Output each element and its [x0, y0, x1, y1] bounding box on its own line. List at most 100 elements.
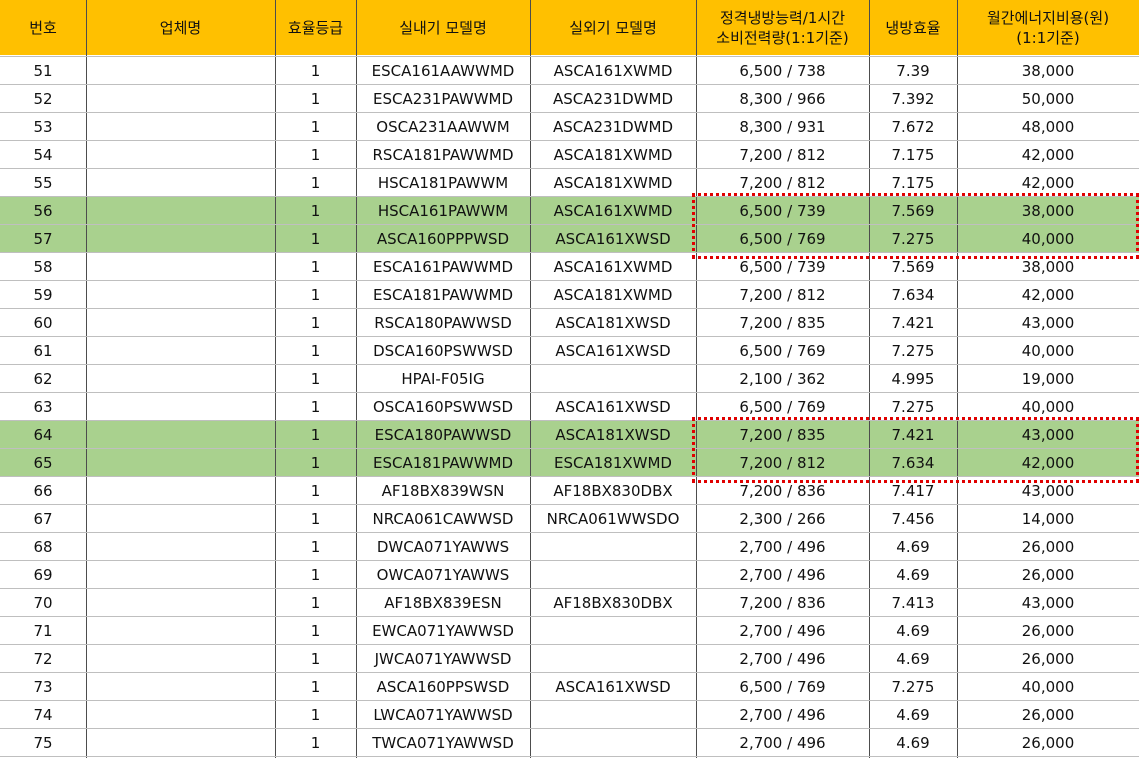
cell-outdoor[interactable] [530, 617, 696, 644]
cell-capacity[interactable]: 7,200 / 812 [696, 141, 869, 168]
cell-capacity[interactable]: 7,200 / 812 [696, 281, 869, 308]
cell-outdoor[interactable]: ASCA181XWSD [530, 421, 696, 448]
cell-indoor[interactable]: RSCA180PAWWSD [356, 309, 530, 336]
cell-grade[interactable]: 1 [275, 337, 356, 364]
cell-company[interactable] [86, 281, 275, 308]
cell-grade[interactable]: 1 [275, 701, 356, 728]
cell-outdoor[interactable]: ASCA161XWMD [530, 57, 696, 84]
cell-company[interactable] [86, 169, 275, 196]
cell-grade[interactable]: 1 [275, 113, 356, 140]
cell-outdoor[interactable]: ESCA181XWMD [530, 449, 696, 476]
cell-grade[interactable]: 1 [275, 365, 356, 392]
cell-no[interactable]: 72 [0, 645, 86, 672]
cell-efficiency[interactable]: 7.275 [869, 673, 957, 700]
cell-no[interactable]: 59 [0, 281, 86, 308]
cell-efficiency[interactable]: 7.39 [869, 57, 957, 84]
cell-efficiency[interactable]: 4.69 [869, 533, 957, 560]
cell-indoor[interactable]: ESCA161PAWWMD [356, 253, 530, 280]
cell-cost[interactable]: 43,000 [957, 477, 1139, 504]
cell-cost[interactable]: 40,000 [957, 393, 1139, 420]
cell-indoor[interactable]: ESCA180PAWWSD [356, 421, 530, 448]
cell-efficiency[interactable]: 7.417 [869, 477, 957, 504]
cell-indoor[interactable]: RSCA181PAWWMD [356, 141, 530, 168]
cell-outdoor[interactable] [530, 645, 696, 672]
cell-indoor[interactable]: ASCA160PPPWSD [356, 225, 530, 252]
header-outdoor[interactable]: 실외기 모델명 [530, 0, 696, 55]
cell-capacity[interactable]: 7,200 / 835 [696, 309, 869, 336]
cell-indoor[interactable]: AF18BX839ESN [356, 589, 530, 616]
header-capacity[interactable]: 정격냉방능력/1시간 소비전력량(1:1기준) [696, 0, 869, 55]
cell-cost[interactable]: 40,000 [957, 673, 1139, 700]
cell-capacity[interactable]: 6,500 / 738 [696, 57, 869, 84]
cell-capacity[interactable]: 2,700 / 496 [696, 645, 869, 672]
cell-no[interactable]: 64 [0, 421, 86, 448]
cell-company[interactable] [86, 309, 275, 336]
cell-company[interactable] [86, 393, 275, 420]
cell-capacity[interactable]: 6,500 / 769 [696, 225, 869, 252]
cell-efficiency[interactable]: 7.275 [869, 393, 957, 420]
cell-no[interactable]: 63 [0, 393, 86, 420]
cell-cost[interactable]: 50,000 [957, 85, 1139, 112]
cell-efficiency[interactable]: 7.275 [869, 225, 957, 252]
cell-efficiency[interactable]: 7.421 [869, 421, 957, 448]
cell-no[interactable]: 71 [0, 617, 86, 644]
cell-indoor[interactable]: HSCA161PAWWM [356, 197, 530, 224]
cell-indoor[interactable]: ESCA231PAWWMD [356, 85, 530, 112]
cell-outdoor[interactable]: AF18BX830DBX [530, 477, 696, 504]
cell-capacity[interactable]: 7,200 / 836 [696, 589, 869, 616]
cell-efficiency[interactable]: 7.275 [869, 337, 957, 364]
cell-outdoor[interactable] [530, 365, 696, 392]
cell-cost[interactable]: 42,000 [957, 141, 1139, 168]
cell-outdoor[interactable]: ASCA181XWMD [530, 281, 696, 308]
cell-company[interactable] [86, 141, 275, 168]
cell-cost[interactable]: 42,000 [957, 169, 1139, 196]
cell-outdoor[interactable]: ASCA161XWSD [530, 225, 696, 252]
cell-indoor[interactable]: NRCA061CAWWSD [356, 505, 530, 532]
cell-outdoor[interactable]: ASCA181XWMD [530, 169, 696, 196]
cell-indoor[interactable]: DWCA071YAWWS [356, 533, 530, 560]
header-efficiency[interactable]: 냉방효율 [869, 0, 957, 55]
cell-company[interactable] [86, 589, 275, 616]
cell-outdoor[interactable] [530, 701, 696, 728]
cell-outdoor[interactable]: ASCA161XWMD [530, 253, 696, 280]
cell-indoor[interactable]: JWCA071YAWWSD [356, 645, 530, 672]
cell-capacity[interactable]: 6,500 / 739 [696, 197, 869, 224]
cell-indoor[interactable]: ESCA181PAWWMD [356, 449, 530, 476]
cell-grade[interactable]: 1 [275, 533, 356, 560]
cell-no[interactable]: 65 [0, 449, 86, 476]
cell-company[interactable] [86, 253, 275, 280]
cell-company[interactable] [86, 477, 275, 504]
cell-no[interactable]: 53 [0, 113, 86, 140]
cell-no[interactable]: 69 [0, 561, 86, 588]
cell-company[interactable] [86, 113, 275, 140]
cell-no[interactable]: 67 [0, 505, 86, 532]
cell-company[interactable] [86, 645, 275, 672]
cell-company[interactable] [86, 673, 275, 700]
cell-grade[interactable]: 1 [275, 449, 356, 476]
cell-capacity[interactable]: 2,700 / 496 [696, 617, 869, 644]
cell-cost[interactable]: 43,000 [957, 421, 1139, 448]
header-company[interactable]: 업체명 [86, 0, 275, 55]
cell-cost[interactable]: 19,000 [957, 365, 1139, 392]
cell-cost[interactable]: 26,000 [957, 729, 1139, 756]
header-cost[interactable]: 월간에너지비용(원) (1:1기준) [957, 0, 1139, 55]
cell-grade[interactable]: 1 [275, 281, 356, 308]
cell-cost[interactable]: 42,000 [957, 281, 1139, 308]
cell-efficiency[interactable]: 7.634 [869, 281, 957, 308]
cell-no[interactable]: 70 [0, 589, 86, 616]
cell-capacity[interactable]: 8,300 / 931 [696, 113, 869, 140]
cell-grade[interactable]: 1 [275, 561, 356, 588]
cell-company[interactable] [86, 617, 275, 644]
cell-company[interactable] [86, 561, 275, 588]
cell-grade[interactable]: 1 [275, 169, 356, 196]
cell-efficiency[interactable]: 7.392 [869, 85, 957, 112]
cell-capacity[interactable]: 7,200 / 812 [696, 169, 869, 196]
cell-no[interactable]: 57 [0, 225, 86, 252]
cell-outdoor[interactable]: ASCA161XWSD [530, 393, 696, 420]
cell-no[interactable]: 52 [0, 85, 86, 112]
cell-efficiency[interactable]: 7.175 [869, 141, 957, 168]
cell-grade[interactable]: 1 [275, 225, 356, 252]
cell-outdoor[interactable]: ASCA181XWSD [530, 309, 696, 336]
cell-cost[interactable]: 38,000 [957, 197, 1139, 224]
cell-company[interactable] [86, 449, 275, 476]
